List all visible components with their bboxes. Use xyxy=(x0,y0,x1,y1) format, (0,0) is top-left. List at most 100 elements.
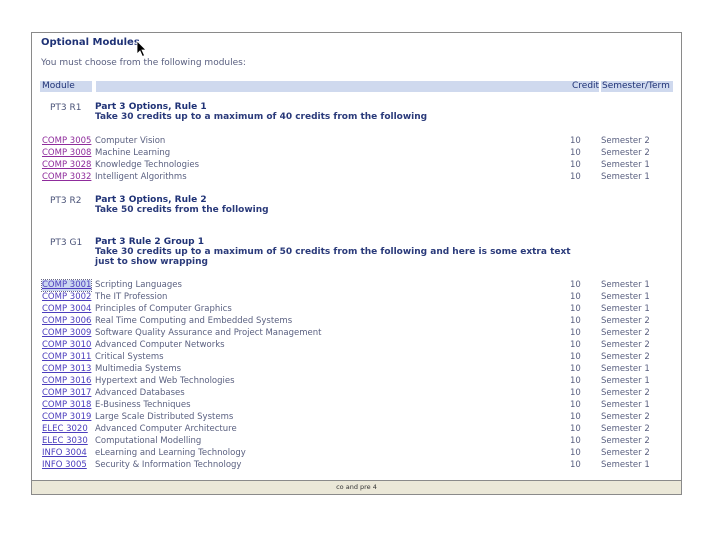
module-code-link[interactable]: COMP 3004 xyxy=(42,304,91,315)
header-spacer xyxy=(96,81,571,92)
module-code-link[interactable]: ELEC 3030 xyxy=(42,436,88,447)
module-credit: 10 xyxy=(570,412,581,422)
status-bar: co and pre 4 xyxy=(32,480,681,494)
module-code-link[interactable]: COMP 3032 xyxy=(42,172,91,183)
module-credit: 10 xyxy=(570,316,581,326)
module-term: Semester 1 xyxy=(601,376,650,386)
table-row: COMP 3017 Advanced Databases 10 Semester… xyxy=(40,388,673,399)
module-term: Semester 2 xyxy=(601,388,650,398)
table-row: COMP 3010 Advanced Computer Networks 10 … xyxy=(40,340,673,351)
module-title: Advanced Databases xyxy=(95,388,185,398)
rule-title: Part 3 Rule 2 Group 1 xyxy=(95,237,205,247)
table-row: ELEC 3020 Advanced Computer Architecture… xyxy=(40,424,673,435)
module-credit: 10 xyxy=(570,376,581,386)
rule-description: Take 30 credits up to a maximum of 50 cr… xyxy=(95,247,571,267)
module-code-link[interactable]: INFO 3004 xyxy=(42,448,87,459)
page-title: Optional Modules xyxy=(41,37,140,48)
status-text: co and pre 4 xyxy=(336,483,377,491)
table-row: COMP 3006 Real Time Computing and Embedd… xyxy=(40,316,673,327)
rule-description: Take 50 credits from the following xyxy=(95,205,269,215)
rule-text: Part 3 Rule 2 Group 1 Take 30 credits up… xyxy=(95,237,575,267)
header-module: Module xyxy=(40,81,92,92)
module-code-link[interactable]: COMP 3018 xyxy=(42,400,91,411)
module-code-link[interactable]: COMP 3011 xyxy=(42,352,91,363)
table-row: COMP 3001 Scripting Languages 10 Semeste… xyxy=(40,279,673,292)
module-code-link[interactable]: COMP 3009 xyxy=(42,328,91,339)
module-credit: 10 xyxy=(570,280,581,290)
module-title: Advanced Computer Networks xyxy=(95,340,225,350)
intro-text: You must choose from the following modul… xyxy=(41,58,246,68)
rule-code: PT3 R2 xyxy=(50,196,82,206)
module-title: Principles of Computer Graphics xyxy=(95,304,232,314)
module-term: Semester 1 xyxy=(601,280,650,290)
module-term: Semester 1 xyxy=(601,172,650,182)
module-code-link[interactable]: COMP 3002 xyxy=(42,292,91,303)
module-credit: 10 xyxy=(570,460,581,470)
module-title: Real Time Computing and Embedded Systems xyxy=(95,316,293,326)
module-credit: 10 xyxy=(570,292,581,302)
table-row: COMP 3018 E-Business Techniques 10 Semes… xyxy=(40,400,673,411)
table-header: Module Credit Semester/Term xyxy=(40,81,673,92)
module-credit: 10 xyxy=(570,388,581,398)
module-code-link[interactable]: COMP 3013 xyxy=(42,364,91,375)
module-term: Semester 2 xyxy=(601,352,650,362)
table-row: COMP 3009 Software Quality Assurance and… xyxy=(40,328,673,339)
module-code-link[interactable]: COMP 3017 xyxy=(42,388,91,399)
table-row: COMP 3032 Intelligent Algorithms 10 Seme… xyxy=(40,172,673,183)
module-credit: 10 xyxy=(570,340,581,350)
module-code-link[interactable]: COMP 3001 xyxy=(40,279,93,292)
module-code-link[interactable]: COMP 3016 xyxy=(42,376,91,387)
table-row: COMP 3016 Hypertext and Web Technologies… xyxy=(40,376,673,387)
module-title: Knowledge Technologies xyxy=(95,160,200,170)
module-code-link[interactable]: COMP 3028 xyxy=(42,160,91,171)
module-title: Scripting Languages xyxy=(95,280,182,290)
header-credit: Credit xyxy=(571,81,600,92)
module-code-link[interactable]: INFO 3005 xyxy=(42,460,87,471)
rule-text: Part 3 Options, Rule 1 Take 30 credits u… xyxy=(95,102,575,122)
rule-code: PT3 G1 xyxy=(50,238,83,248)
rule-code: PT3 R1 xyxy=(50,103,82,113)
module-credit: 10 xyxy=(570,364,581,374)
module-credit: 10 xyxy=(570,436,581,446)
module-term: Semester 2 xyxy=(601,328,650,338)
module-credit: 10 xyxy=(570,352,581,362)
module-term: Semester 2 xyxy=(601,424,650,434)
module-credit: 10 xyxy=(570,304,581,314)
table-row: COMP 3019 Large Scale Distributed System… xyxy=(40,412,673,423)
rule-title: Part 3 Options, Rule 1 xyxy=(95,102,207,112)
module-term: Semester 1 xyxy=(601,460,650,470)
mouse-pointer-icon xyxy=(136,40,147,58)
module-code-link[interactable]: COMP 3005 xyxy=(42,136,91,147)
module-credit: 10 xyxy=(570,172,581,182)
module-code-link[interactable]: COMP 3019 xyxy=(42,412,91,423)
module-title: Critical Systems xyxy=(95,352,164,362)
table-row: INFO 3005 Security & Information Technol… xyxy=(40,460,673,471)
module-code-link[interactable]: ELEC 3020 xyxy=(42,424,88,435)
rule-text: Part 3 Options, Rule 2 Take 50 credits f… xyxy=(95,195,575,215)
module-title: The IT Profession xyxy=(95,292,168,302)
module-code-link[interactable]: COMP 3008 xyxy=(42,148,91,159)
table-row: COMP 3008 Machine Learning 10 Semester 2 xyxy=(40,148,673,159)
module-credit: 10 xyxy=(570,136,581,146)
table-row: COMP 3002 The IT Profession 10 Semester … xyxy=(40,292,673,303)
table-row: INFO 3004 eLearning and Learning Technol… xyxy=(40,448,673,459)
module-term: Semester 1 xyxy=(601,304,650,314)
module-term: Semester 2 xyxy=(601,340,650,350)
module-title: Machine Learning xyxy=(95,148,171,158)
module-code-link[interactable]: COMP 3006 xyxy=(42,316,91,327)
module-title: Software Quality Assurance and Project M… xyxy=(95,328,322,338)
module-title: Large Scale Distributed Systems xyxy=(95,412,234,422)
table-row: ELEC 3030 Computational Modelling 10 Sem… xyxy=(40,436,673,447)
module-credit: 10 xyxy=(570,400,581,410)
module-credit: 10 xyxy=(570,448,581,458)
module-code-link[interactable]: COMP 3010 xyxy=(42,340,91,351)
module-term: Semester 1 xyxy=(601,364,650,374)
module-term: Semester 2 xyxy=(601,148,650,158)
module-term: Semester 2 xyxy=(601,412,650,422)
module-title: Security & Information Technology xyxy=(95,460,242,470)
module-term: Semester 2 xyxy=(601,136,650,146)
module-term: Semester 2 xyxy=(601,448,650,458)
module-credit: 10 xyxy=(570,424,581,434)
rule-title: Part 3 Options, Rule 2 xyxy=(95,195,207,205)
module-credit: 10 xyxy=(570,328,581,338)
